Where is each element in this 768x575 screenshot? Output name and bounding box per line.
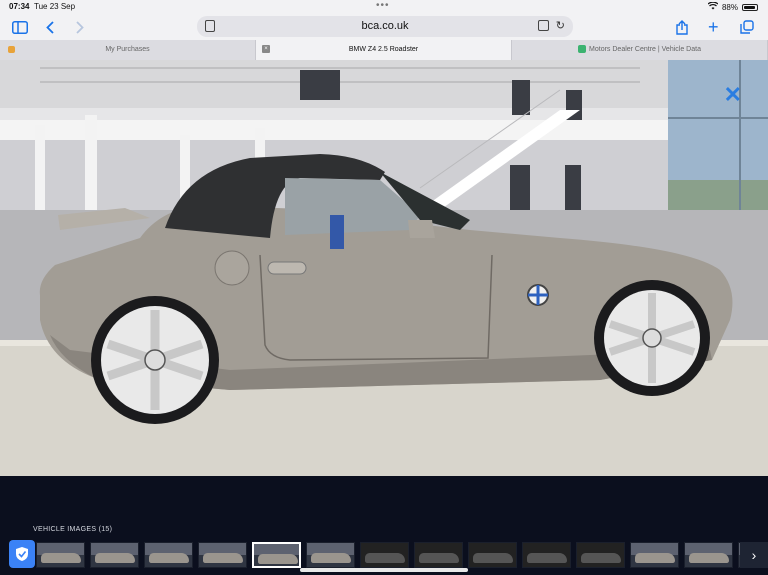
- thumbnail-car-image: [689, 553, 729, 563]
- thumbnail-car-image: [95, 553, 135, 563]
- thumbnail-car-image: [149, 553, 189, 563]
- back-icon[interactable]: [46, 18, 54, 36]
- status-bar: 07:34 Tue 23 Sep ••• 88%: [0, 0, 768, 14]
- tab-bmw-z4[interactable]: × BMW Z4 2.5 Roadster: [256, 40, 512, 60]
- tab-motors-dealer-centre[interactable]: Motors Dealer Centre | Vehicle Data: [512, 40, 768, 60]
- thumbnail-car-image: [581, 553, 621, 563]
- gallery-thumbnail[interactable]: [630, 542, 679, 568]
- battery-percent: 88%: [721, 2, 738, 12]
- thumbnail-car-image: [41, 553, 81, 563]
- share-icon[interactable]: [676, 18, 688, 36]
- tab-favicon-icon: [578, 45, 587, 54]
- image-gallery: VEHICLE IMAGES (15) ›: [0, 476, 768, 575]
- gallery-thumbnail[interactable]: [522, 542, 571, 568]
- gallery-thumbnail[interactable]: [198, 542, 247, 568]
- thumbnail-strip: [36, 542, 768, 568]
- car-photo-illustration: [0, 60, 768, 476]
- reader-icon[interactable]: [538, 20, 549, 31]
- gallery-thumbnail[interactable]: [468, 542, 517, 568]
- thumbnail-car-image: [203, 553, 243, 563]
- new-tab-icon[interactable]: +: [708, 17, 719, 37]
- tab-strip: My Purchases × BMW Z4 2.5 Roadster Motor…: [0, 40, 768, 60]
- status-right: 88%: [707, 1, 758, 12]
- gallery-thumbnail[interactable]: [414, 542, 463, 568]
- wifi-icon: [707, 1, 719, 12]
- thumbnail-car-image: [527, 553, 567, 563]
- gallery-thumbnail[interactable]: [36, 542, 85, 568]
- next-image-icon[interactable]: ›: [740, 542, 768, 568]
- status-time: 07:34: [9, 2, 30, 11]
- thumbnail-car-image: [365, 553, 405, 563]
- browser-toolbar: bca.co.uk ↻ +: [0, 14, 768, 40]
- gallery-title: VEHICLE IMAGES (15): [33, 526, 113, 533]
- gallery-thumbnail[interactable]: [684, 542, 733, 568]
- address-bar[interactable]: bca.co.uk ↻: [197, 16, 573, 37]
- tabs-overview-icon[interactable]: [740, 18, 754, 36]
- tab-my-purchases[interactable]: My Purchases: [0, 40, 256, 60]
- close-viewer-icon[interactable]: ✕: [724, 82, 742, 108]
- reload-icon[interactable]: ↻: [556, 19, 565, 32]
- gallery-thumbnail[interactable]: [576, 542, 625, 568]
- home-indicator[interactable]: [300, 568, 468, 572]
- close-tab-icon[interactable]: ×: [262, 45, 270, 53]
- gallery-thumbnail[interactable]: [90, 542, 139, 568]
- vehicle-photo: ✕: [0, 60, 768, 476]
- tab-label: BMW Z4 2.5 Roadster: [348, 46, 419, 53]
- status-date: Tue 23 Sep: [34, 2, 76, 11]
- url-text: bca.co.uk: [361, 20, 409, 32]
- multitasking-dots-icon[interactable]: •••: [376, 0, 390, 11]
- battery-icon: [742, 3, 758, 11]
- gallery-thumbnail[interactable]: [252, 542, 301, 568]
- thumbnail-car-image: [473, 553, 513, 563]
- thumbnail-car-image: [311, 553, 351, 563]
- gallery-thumbnail[interactable]: [306, 542, 355, 568]
- thumbnail-car-image: [258, 554, 298, 564]
- sidebar-icon[interactable]: [12, 18, 28, 36]
- thumbnail-car-image: [635, 553, 675, 563]
- gallery-thumbnail[interactable]: [360, 542, 409, 568]
- tab-favicon-icon: [8, 46, 15, 53]
- forward-icon[interactable]: [76, 18, 84, 36]
- thumbnail-car-image: [419, 553, 459, 563]
- tab-label: Motors Dealer Centre | Vehicle Data: [589, 46, 701, 53]
- tab-label: My Purchases: [105, 46, 150, 53]
- gallery-thumbnail[interactable]: [144, 542, 193, 568]
- shield-icon[interactable]: [9, 540, 35, 568]
